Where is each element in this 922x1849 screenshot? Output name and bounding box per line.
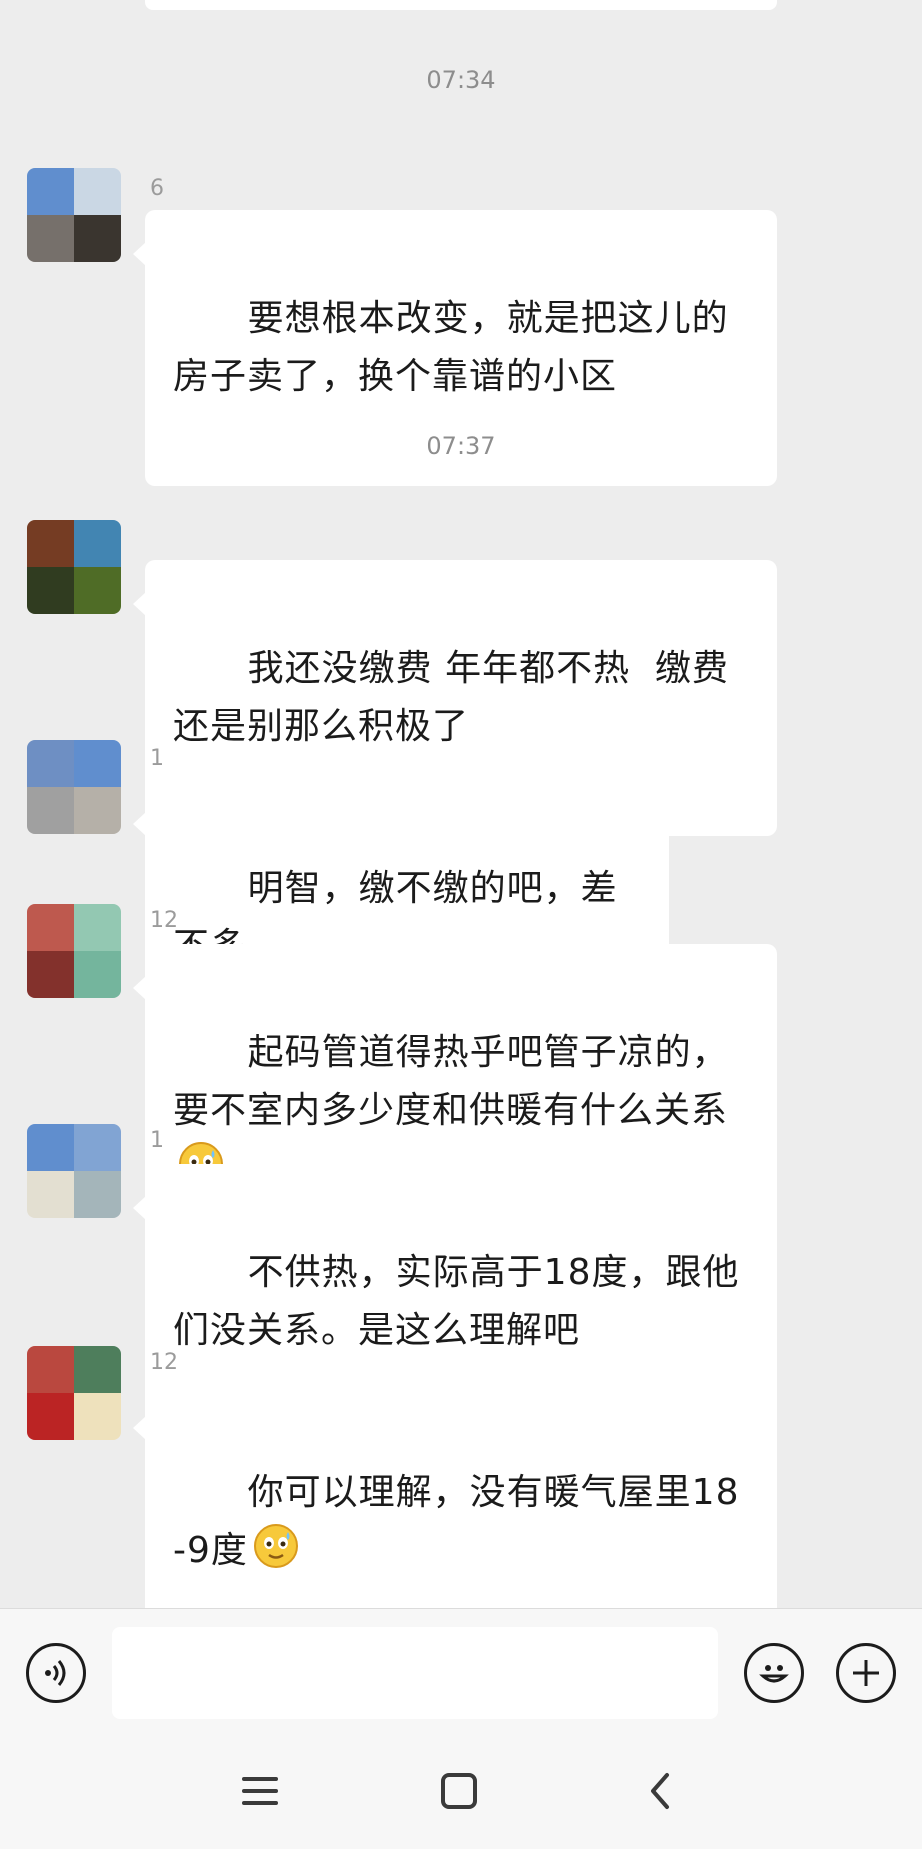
- message-input[interactable]: [112, 1627, 718, 1719]
- system-nav-bar: [0, 1738, 922, 1849]
- awkward-smile-emoji: [253, 1524, 298, 1568]
- back-button[interactable]: [620, 1756, 700, 1826]
- sender-name: 12: [150, 1350, 178, 1375]
- previous-message-bubble: [145, 0, 777, 10]
- plus-button[interactable]: [836, 1643, 896, 1703]
- avatar[interactable]: [27, 1346, 121, 1440]
- recents-button[interactable]: [220, 1756, 300, 1826]
- menu-icon: [242, 1777, 278, 1805]
- message-bubble[interactable]: 你可以理解，没有暖气屋里18-9度: [133, 1384, 777, 1608]
- avatar[interactable]: [27, 740, 121, 834]
- message-text: 不供热，实际高于18度，跟他们没关系。是这么理解吧: [173, 1252, 740, 1351]
- message-text: 起码管道得热乎吧管子凉的，要不室内多少度和供暖有什么关系: [173, 1032, 729, 1131]
- home-button[interactable]: [419, 1756, 499, 1826]
- voice-icon: [45, 1660, 66, 1686]
- message-input-bar: [0, 1608, 922, 1739]
- back-chevron-icon: [651, 1773, 669, 1809]
- avatar[interactable]: [27, 1124, 121, 1218]
- sender-name: 1: [150, 746, 164, 771]
- sender-name: 6: [150, 176, 164, 201]
- timestamp: 07:37: [426, 432, 496, 460]
- message-text: 要想根本改变，就是把这儿的房子卖了，换个靠谱的小区: [173, 298, 729, 397]
- chat-history[interactable]: 07:34 6 要想根本改变，就是把这儿的房子卖了，换个靠谱的小区 07:37 …: [0, 0, 922, 1608]
- sender-name: 12: [150, 908, 178, 933]
- avatar[interactable]: [27, 904, 121, 998]
- avatar[interactable]: [27, 168, 121, 262]
- sender-name: 1: [150, 1128, 164, 1153]
- timestamp: 07:34: [426, 66, 496, 94]
- emoji-button[interactable]: [744, 1643, 804, 1703]
- message-text: 我还没缴费 年年都不热 缴费还是别那么积极了: [173, 648, 730, 747]
- avatar[interactable]: [27, 520, 121, 614]
- voice-button[interactable]: [26, 1643, 86, 1703]
- home-square-icon: [441, 1773, 477, 1809]
- smiley-icon: [759, 1665, 789, 1683]
- plus-icon: [853, 1660, 879, 1686]
